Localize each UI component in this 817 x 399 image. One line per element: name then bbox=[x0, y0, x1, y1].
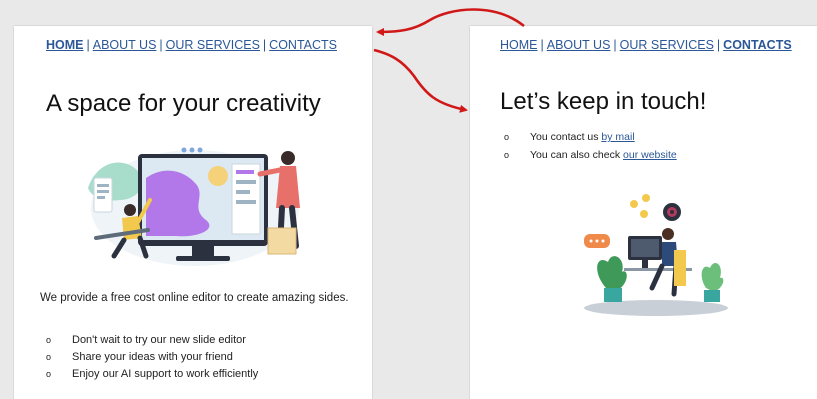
arrow-contacts-to-right-page bbox=[373, 48, 468, 113]
navigation-arrows bbox=[373, 8, 525, 113]
arrow-right-page-to-left-contacts bbox=[376, 8, 525, 36]
